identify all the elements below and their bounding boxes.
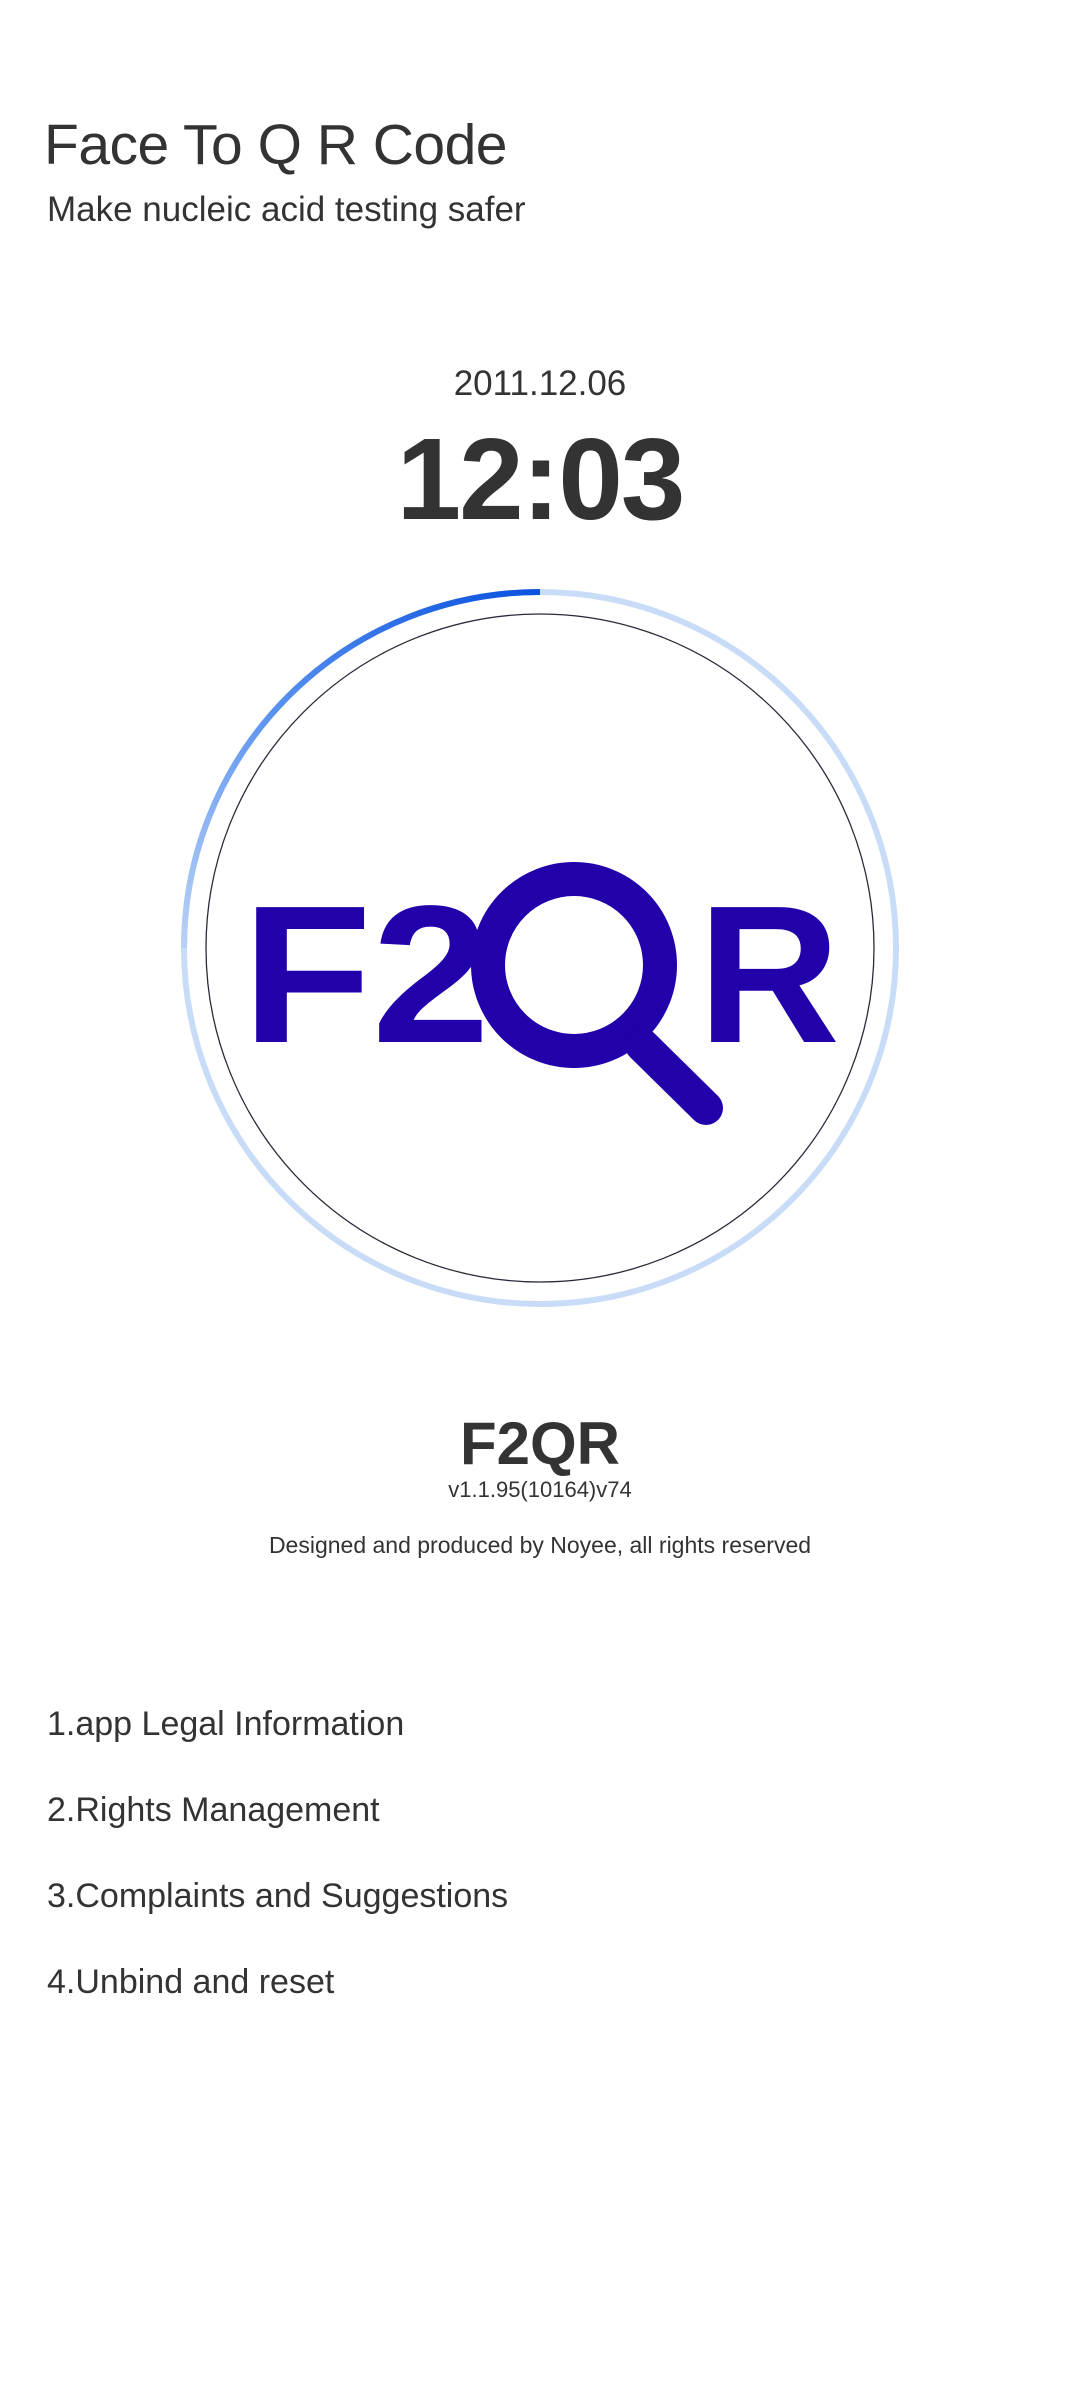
logo-ring-svg: F2 R xyxy=(181,589,899,1307)
logo-text-left: F2 xyxy=(242,865,490,1084)
menu-item-rights-management[interactable]: 2.Rights Management xyxy=(47,1782,1037,1868)
logo-text-right: R xyxy=(698,865,840,1084)
menu-item-complaints-suggestions[interactable]: 3.Complaints and Suggestions xyxy=(47,1868,1037,1954)
date-display: 2011.12.06 xyxy=(453,364,627,403)
menu-item-legal-information[interactable]: 1.app Legal Information xyxy=(47,1696,1037,1782)
settings-menu: 1.app Legal Information 2.Rights Managem… xyxy=(47,1696,1037,2040)
page-title: Face To Q R Code xyxy=(44,113,508,177)
page-subtitle: Make nucleic acid testing safer xyxy=(47,190,526,229)
app-version: v1.1.95(10164)v74 xyxy=(448,1477,632,1502)
app-name: F2QR xyxy=(459,1410,621,1477)
logo-ring: F2 R xyxy=(180,588,900,1308)
time-display: 12:03 xyxy=(396,414,686,544)
copyright-notice: Designed and produced by Noyee, all righ… xyxy=(268,1532,812,1558)
app-header: Face To Q R Code Make nucleic acid testi… xyxy=(44,112,526,232)
menu-item-unbind-reset[interactable]: 4.Unbind and reset xyxy=(47,1954,1037,2040)
